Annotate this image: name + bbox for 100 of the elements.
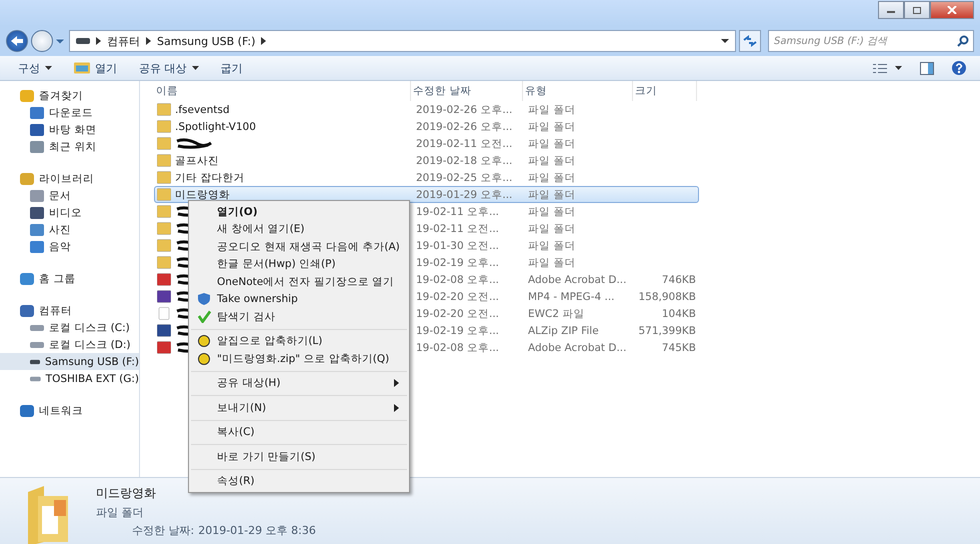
toolbar-button[interactable]: 굽기 — [212, 58, 250, 78]
back-button[interactable] — [6, 30, 28, 52]
refresh-button[interactable] — [739, 30, 761, 52]
dropdown-icon[interactable] — [895, 66, 902, 70]
nav-item[interactable]: 네트워크 — [0, 402, 139, 419]
search-icon[interactable] — [957, 35, 969, 47]
menu-item[interactable]: OneNote에서 전자 필기장으로 열기 — [191, 273, 407, 290]
file-name: .fseventsd — [175, 104, 230, 116]
nav-icon — [30, 206, 44, 218]
nav-icon — [20, 404, 34, 416]
type-cell-text: 파일 폴더 — [527, 120, 576, 134]
nav-icon — [30, 106, 44, 118]
nav-item[interactable]: 로컬 디스크 (D:) — [0, 336, 139, 353]
view-options-icon[interactable] — [873, 64, 887, 72]
column-header[interactable]: 크기 — [633, 81, 697, 101]
date-cell-text: 19-02-08 오후... — [415, 340, 500, 354]
column-header[interactable]: 수정한 날짜 — [411, 81, 523, 101]
toolbar-button[interactable]: 공유 대상 — [131, 58, 206, 78]
type-cell-text: 파일 폴더 — [527, 222, 576, 236]
help-icon[interactable] — [952, 61, 966, 75]
nav-item[interactable]: 음악 — [0, 238, 139, 255]
selected-row[interactable]: 미드랑영화 2019-01-29 오후... 파일 폴더 — [154, 186, 699, 203]
address-bar[interactable]: 컴퓨터 Samsung USB (F:) — [69, 30, 736, 52]
drive-icon — [30, 376, 41, 382]
menu-item[interactable]: 공유 대상(H) — [191, 370, 407, 392]
column-header[interactable]: 유형 — [523, 81, 633, 101]
close-button[interactable] — [930, 1, 974, 19]
nav-item[interactable]: 최근 위치 — [0, 138, 139, 155]
type-cell-text: Adobe Acrobat D... — [527, 342, 628, 354]
nav-item[interactable]: 비디오 — [0, 204, 139, 221]
file-name: 미드랑영화 — [175, 188, 230, 202]
menu-item[interactable]: "미드랑영화.zip" 으로 압축하기(Q) — [191, 350, 407, 368]
nav-item[interactable]: 라이브러리 — [0, 170, 139, 187]
column-header[interactable]: 이름 — [154, 81, 411, 101]
submenu-arrow-icon — [394, 404, 399, 412]
preview-pane-icon[interactable] — [920, 62, 934, 74]
nav-item[interactable]: 로컬 디스크 (C:) — [0, 319, 139, 336]
type-cell-text: Adobe Acrobat D... — [527, 274, 628, 286]
nav-item[interactable]: Samsung USB (F:) — [0, 353, 139, 370]
bulb-icon — [198, 352, 210, 365]
toolbar-button[interactable]: 구성 — [10, 58, 60, 78]
chevron-icon[interactable] — [96, 37, 101, 45]
back-arrow-icon — [10, 35, 24, 47]
type-cell-text: 파일 폴더 — [527, 136, 576, 150]
breadcrumb[interactable]: 컴퓨터 — [107, 34, 140, 48]
nav-icon — [20, 172, 34, 184]
menu-item[interactable]: 알집으로 압축하기(L) — [191, 328, 407, 350]
item-name: 미드랑영화 — [96, 485, 156, 502]
nav-item[interactable]: 다운로드 — [0, 104, 139, 121]
type-cell-text: 파일 폴더 — [527, 154, 576, 168]
nav-icon — [20, 90, 34, 102]
menu-item[interactable]: 바로 가기 만들기(S) — [191, 444, 407, 466]
caret-icon — [192, 66, 198, 70]
minimize-button[interactable] — [878, 1, 904, 19]
forward-button[interactable] — [31, 30, 53, 52]
size-cell-text: 745KB — [660, 342, 697, 354]
chevron-icon[interactable] — [146, 37, 151, 45]
type-cell-text: 파일 폴더 — [527, 102, 576, 116]
breadcrumb[interactable]: Samsung USB (F:) — [157, 34, 256, 48]
nav-item[interactable]: TOSHIBA EXT (G:) — [0, 370, 139, 387]
date-label: 수정한 날짜: — [132, 523, 194, 538]
menu-item[interactable]: Take ownership — [191, 290, 407, 308]
type-cell-text: 파일 폴더 — [527, 256, 576, 270]
nav-icon — [20, 272, 34, 284]
nav-icon — [30, 190, 44, 202]
menu-item[interactable]: 탐색기 검사 — [191, 308, 407, 326]
search-field[interactable]: Samsung USB (F:) 검색 — [768, 30, 974, 52]
menu-item[interactable]: 공오디오 현재 재생곡 다음에 추가(A) — [191, 238, 407, 256]
nav-item[interactable]: 바탕 화면 — [0, 121, 139, 138]
nav-icon — [30, 140, 44, 152]
menu-item[interactable]: 속성(R) — [191, 468, 407, 490]
size-cell-text: 104KB — [660, 308, 697, 320]
date-cell-text: 2019-02-11 오전... — [415, 136, 514, 150]
submenu-arrow-icon — [394, 379, 399, 388]
toolbar-button[interactable]: 열기 — [66, 58, 125, 78]
date-cell-text: 2019-02-26 오후... — [415, 120, 514, 134]
nav-item[interactable]: 컴퓨터 — [0, 302, 139, 319]
nav-item[interactable]: 즐겨찾기 — [0, 87, 139, 104]
menu-item[interactable]: 복사(C) — [191, 420, 407, 441]
nav-item[interactable]: 홈 그룹 — [0, 270, 139, 287]
file-name: 기타 잡다한거 — [175, 170, 244, 184]
drive-icon — [76, 38, 90, 44]
date-cell-text: 2019-02-26 오후... — [415, 102, 514, 116]
dropdown-icon[interactable] — [721, 39, 729, 43]
date-cell-text: 2019-02-25 오후... — [415, 170, 514, 184]
menu-item[interactable]: 새 창에서 열기(E) — [191, 220, 407, 238]
chevron-icon[interactable] — [261, 37, 266, 45]
nav-item[interactable]: 문서 — [0, 187, 139, 204]
nav-item[interactable]: 사진 — [0, 221, 139, 238]
menu-item[interactable]: 한글 문서(Hwp) 인쇄(P) — [191, 256, 407, 273]
type-cell-text: 파일 폴더 — [527, 204, 576, 218]
date-cell-text: 19-02-20 오전... — [415, 306, 500, 320]
type-cell-text: 파일 폴더 — [527, 170, 576, 184]
folder-icon — [74, 62, 90, 74]
menu-item[interactable]: 열기(O) — [191, 203, 407, 220]
menu-item[interactable]: 보내기(N) — [191, 395, 407, 416]
size-cell-text: 746KB — [660, 274, 697, 286]
drive-icon — [30, 358, 40, 364]
size-cell-text: 571,399KB — [637, 324, 697, 336]
maximize-button[interactable] — [904, 1, 930, 19]
